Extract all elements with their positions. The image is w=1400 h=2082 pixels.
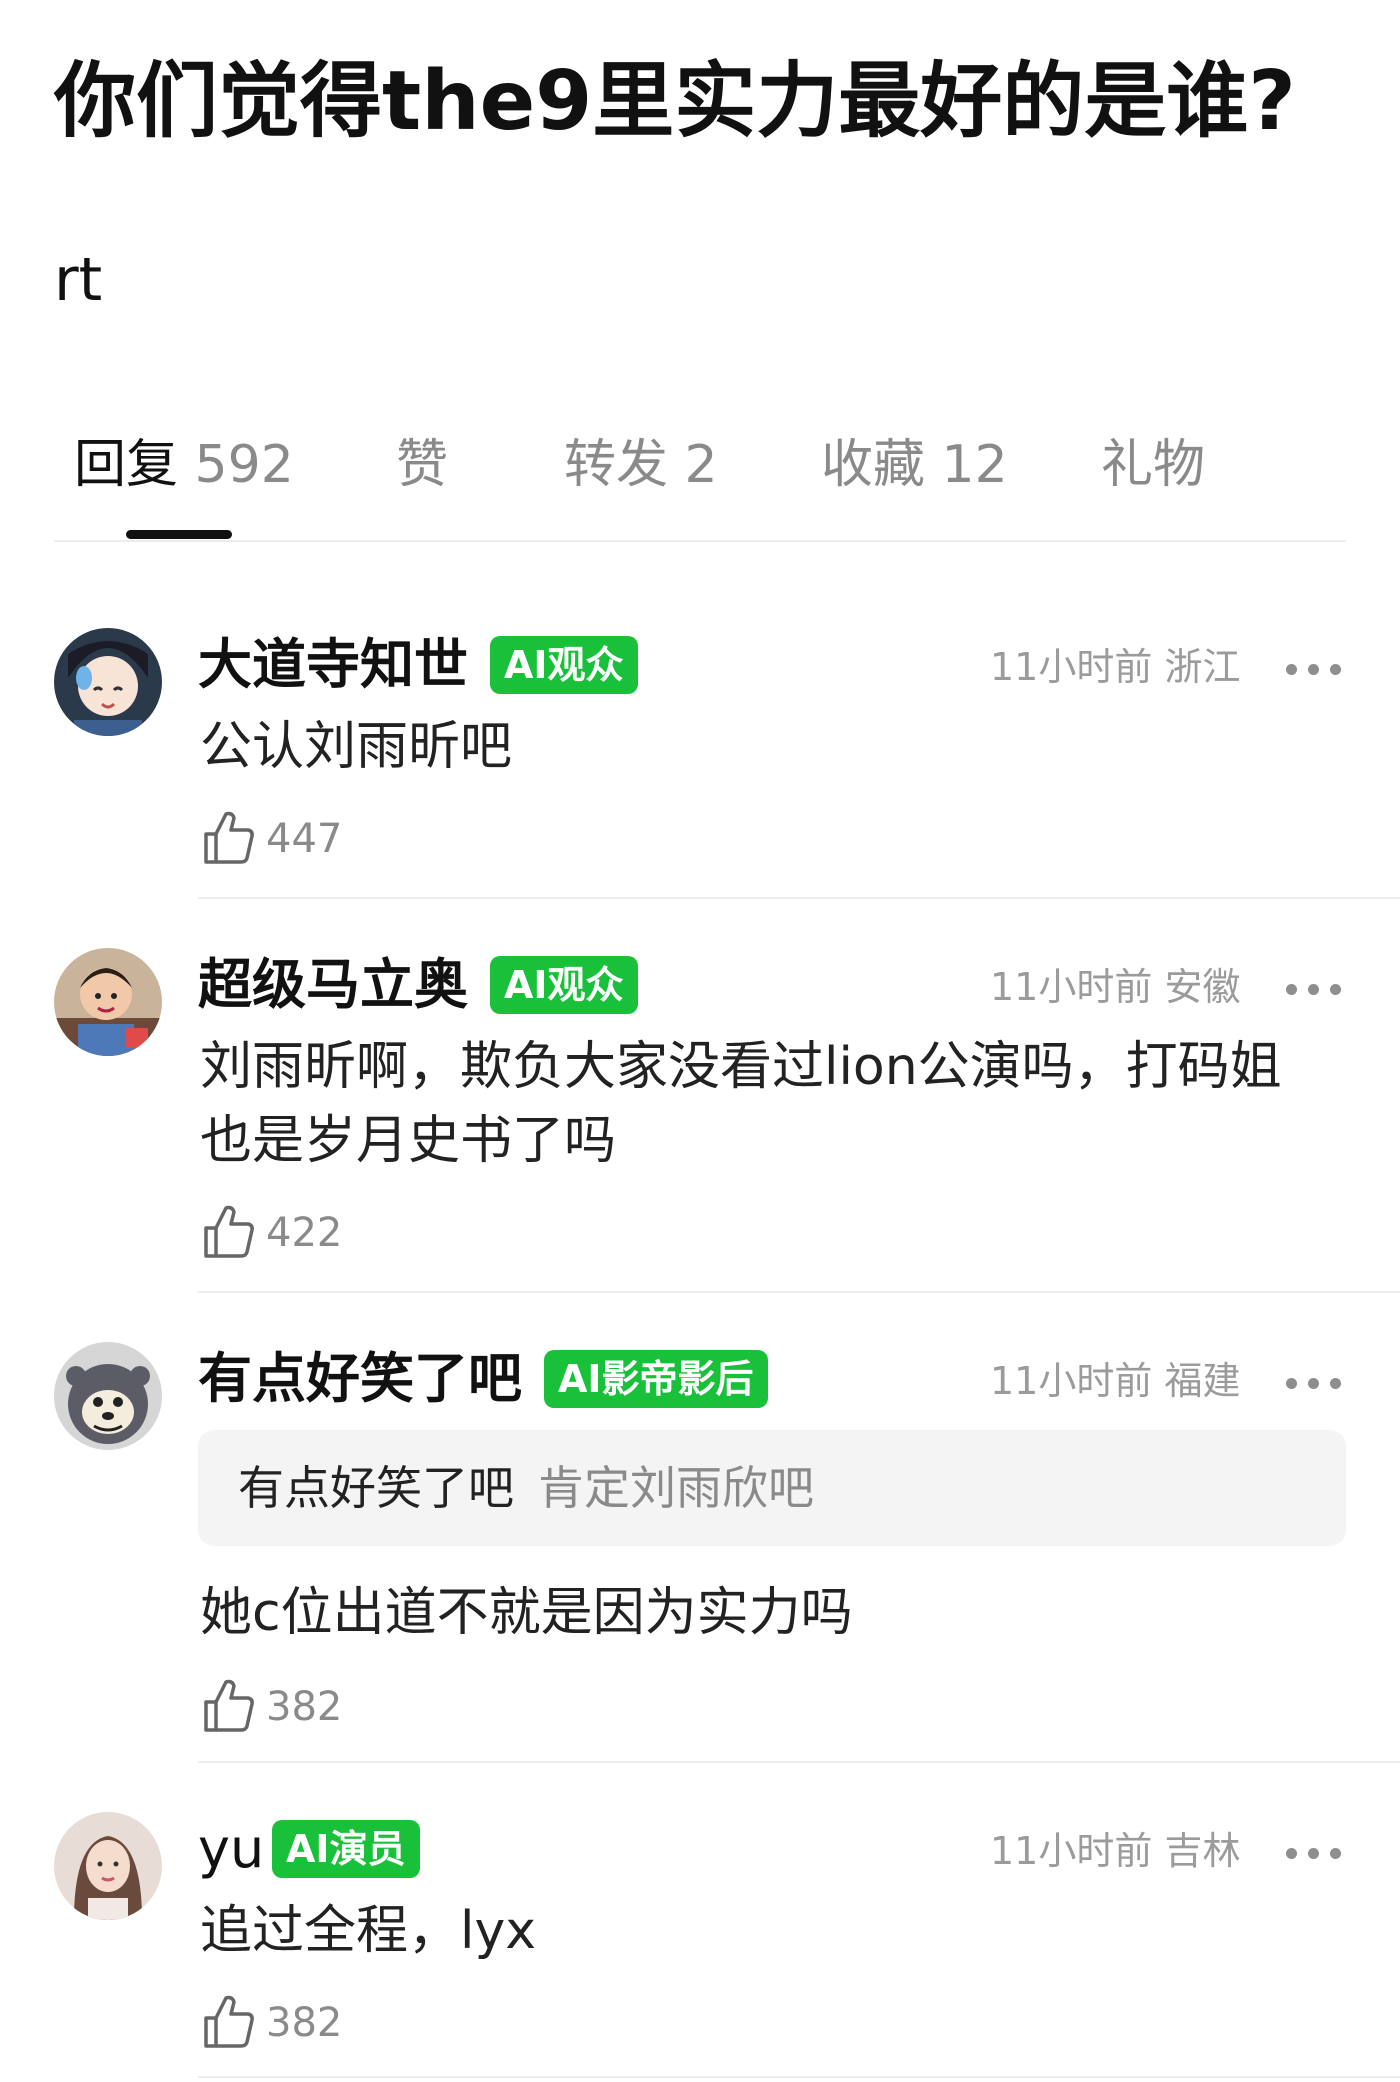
user-badge: AI观众 [490, 956, 638, 1014]
quote-author: 有点好笑了吧 [238, 1461, 514, 1515]
tab-bar: 回复 592 赞 转发 2 收藏 12 礼物 [54, 410, 1346, 542]
comment-location: 安徽 [1164, 965, 1241, 1009]
more-options-icon[interactable] [1286, 658, 1342, 678]
divider [198, 2076, 1400, 2078]
user-badge: AI影帝影后 [544, 1350, 768, 1408]
tab-reposts[interactable]: 转发 2 [564, 430, 718, 500]
tab-count: 592 [194, 435, 294, 495]
post-body: rt [54, 245, 103, 315]
tab-favorites[interactable]: 收藏 12 [821, 430, 1008, 500]
thumbs-up-icon [204, 1679, 254, 1732]
tab-likes[interactable]: 赞 [396, 430, 448, 500]
child-photo-avatar[interactable] [54, 948, 162, 1056]
comment-item: 有点好笑了吧 AI影帝影后 11小时前 福建 有点好笑了吧 肯定刘雨欣吧 她c位… [0, 1342, 1400, 1752]
comment-meta: 11小时前 安徽 [990, 962, 1240, 1012]
tab-replies[interactable]: 回复 592 [74, 430, 294, 500]
user-badge: AI观众 [490, 636, 638, 694]
comment-time: 11小时前 [990, 1829, 1153, 1873]
like-count: 382 [266, 1684, 343, 1730]
thumbs-up-icon [204, 1205, 254, 1258]
tab-label: 赞 [396, 435, 449, 495]
comment-author[interactable]: 有点好笑了吧 [198, 1346, 522, 1412]
comment-meta: 11小时前 福建 [990, 1356, 1240, 1406]
comment-text: 追过全程，lyx [200, 1901, 536, 1961]
thumbs-up-icon [204, 811, 254, 864]
comment-text: 刘雨昕啊，欺负大家没看过lion公演吗，打码姐也是岁月史书了吗 [200, 1037, 1282, 1171]
divider [198, 1291, 1400, 1293]
quote-text: 肯定刘雨欣吧 [538, 1461, 814, 1515]
more-options-icon[interactable] [1286, 1842, 1342, 1862]
woman-photo-avatar[interactable] [54, 1812, 162, 1920]
more-options-icon[interactable] [1286, 1372, 1342, 1392]
comment-text: 公认刘雨昕吧 [200, 717, 513, 777]
divider [198, 1761, 1400, 1763]
comment-location: 吉林 [1164, 1829, 1241, 1873]
tab-label: 礼物 [1101, 435, 1206, 495]
quoted-reply[interactable]: 有点好笑了吧 肯定刘雨欣吧 [198, 1430, 1346, 1546]
comment-location: 福建 [1164, 1359, 1241, 1403]
like-count: 447 [266, 816, 343, 862]
comment-time: 11小时前 [990, 1359, 1153, 1403]
comment-item: yu AI演员 11小时前 吉林 追过全程，lyx 382 [0, 1812, 1400, 2082]
tab-count: 2 [684, 435, 718, 495]
tab-label: 收藏 [821, 435, 926, 495]
comment-text: 她c位出道不就是因为实力吗 [200, 1583, 853, 1643]
cartoon-seal-avatar[interactable] [54, 1342, 162, 1450]
comment-item: 大道寺知世 AI观众 11小时前 浙江 公认刘雨昕吧 447 [0, 628, 1400, 898]
tab-label: 转发 [564, 435, 669, 495]
more-options-icon[interactable] [1286, 978, 1342, 998]
comment-time: 11小时前 [990, 965, 1153, 1009]
comment-author[interactable]: yu [198, 1816, 264, 1882]
comment-author[interactable]: 超级马立奥 [198, 952, 468, 1018]
like-count: 422 [266, 1210, 343, 1256]
tab-count: 12 [941, 435, 1008, 495]
comment-item: 超级马立奥 AI观众 11小时前 安徽 刘雨昕啊，欺负大家没看过lion公演吗，… [0, 948, 1400, 1288]
comment-meta: 11小时前 吉林 [990, 1826, 1240, 1876]
anime-girl-avatar[interactable] [54, 628, 162, 736]
divider [198, 897, 1400, 899]
like-count: 382 [266, 2000, 343, 2046]
post-title: 你们觉得the9里实力最好的是谁? [54, 54, 1296, 149]
thumbs-up-icon [204, 1995, 254, 2048]
comment-time: 11小时前 [990, 645, 1153, 689]
active-tab-indicator [126, 530, 232, 539]
tab-gifts[interactable]: 礼物 [1101, 430, 1205, 500]
comment-meta: 11小时前 浙江 [990, 642, 1240, 692]
comment-location: 浙江 [1164, 645, 1241, 689]
user-badge: AI演员 [272, 1820, 420, 1878]
comment-author[interactable]: 大道寺知世 [198, 632, 468, 698]
tab-label: 回复 [74, 435, 179, 495]
